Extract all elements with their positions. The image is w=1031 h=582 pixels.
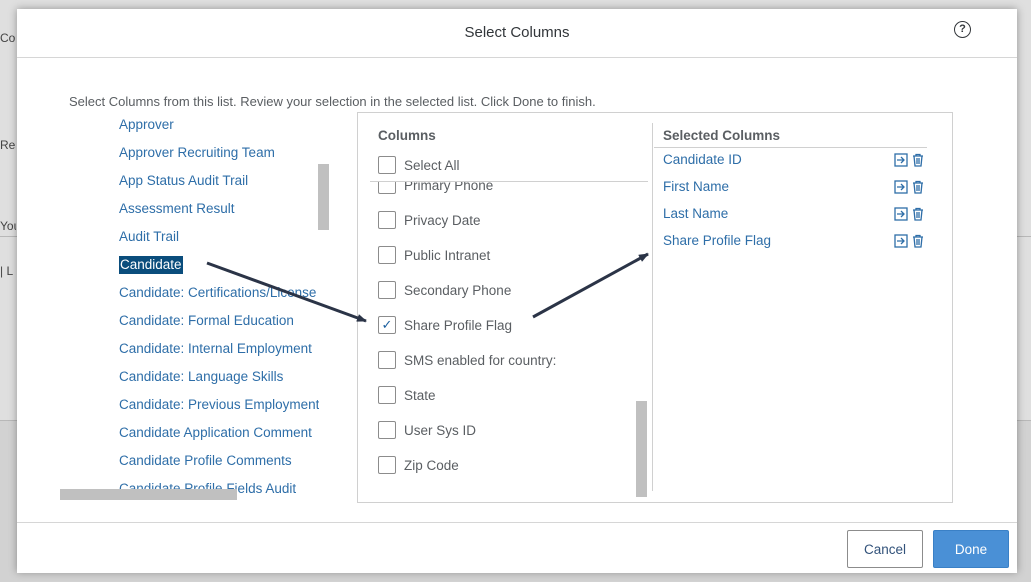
category-item[interactable]: Approver Recruiting Team xyxy=(119,144,275,162)
column-option-label: SMS enabled for country: xyxy=(404,352,557,368)
column-option[interactable]: Privacy Date xyxy=(378,209,481,231)
dialog-title: Select Columns xyxy=(464,24,570,41)
column-checkbox[interactable] xyxy=(378,211,396,229)
instruction-text: Select Columns from this list. Review yo… xyxy=(69,94,596,109)
background-text-fragment: Con xyxy=(0,31,16,45)
category-item[interactable]: Candidate Application Comment xyxy=(119,424,312,442)
column-option-label: Zip Code xyxy=(404,457,459,473)
move-to-icon[interactable] xyxy=(894,234,908,248)
checkmark-icon: ✓ xyxy=(381,317,393,332)
select-columns-dialog: Select Columns ? Select Columns from thi… xyxy=(17,9,1017,573)
category-item[interactable]: Audit Trail xyxy=(119,228,179,246)
move-to-icon[interactable] xyxy=(894,180,908,194)
selected-columns-heading: Selected Columns xyxy=(663,128,781,143)
column-option[interactable]: Secondary Phone xyxy=(378,279,511,301)
category-list-horizontal-scrollbar[interactable] xyxy=(60,489,237,500)
panel-divider xyxy=(652,123,653,491)
column-checkbox[interactable] xyxy=(378,421,396,439)
columns-vertical-scrollbar[interactable] xyxy=(636,401,647,497)
column-option[interactable]: State xyxy=(378,384,436,406)
column-option[interactable]: SMS enabled for country: xyxy=(378,349,556,371)
selected-column-label[interactable]: Last Name xyxy=(663,206,728,221)
category-item[interactable]: Approver xyxy=(119,116,174,134)
dialog-header: Select Columns ? xyxy=(17,9,1017,58)
trash-icon[interactable] xyxy=(911,180,925,194)
selected-column-label[interactable]: Candidate ID xyxy=(663,152,742,167)
category-item[interactable]: Candidate Profile Comments xyxy=(119,452,292,470)
selected-column-item: Candidate ID xyxy=(663,150,933,172)
column-option-label: Primary Phone xyxy=(404,182,494,193)
dialog-footer: Cancel Done xyxy=(17,522,1017,573)
column-checkbox[interactable] xyxy=(378,182,396,194)
category-item[interactable]: App Status Audit Trail xyxy=(119,172,248,190)
column-option-label: Public Intranet xyxy=(404,247,491,263)
columns-panel: Columns Select All Primary Phone Privacy… xyxy=(357,112,953,503)
column-checkbox[interactable] xyxy=(378,281,396,299)
background-text-fragment: | L xyxy=(0,264,14,278)
column-option-label: User Sys ID xyxy=(404,422,477,438)
select-all-checkbox[interactable] xyxy=(378,156,396,174)
columns-heading: Columns xyxy=(378,128,436,143)
selected-column-item: Share Profile Flag xyxy=(663,231,933,253)
column-option[interactable]: User Sys ID xyxy=(378,419,476,441)
selected-column-item: First Name xyxy=(663,177,933,199)
column-checkbox-checked[interactable]: ✓ xyxy=(378,316,396,334)
background-text-fragment: You xyxy=(0,219,16,233)
column-option[interactable]: Public Intranet xyxy=(378,244,490,266)
column-option[interactable]: ✓ Share Profile Flag xyxy=(378,314,512,336)
category-item-selected[interactable]: Candidate xyxy=(119,256,183,274)
category-item[interactable]: Candidate: Certifications/License xyxy=(119,284,316,302)
category-list: Approver Approver Recruiting Team App St… xyxy=(57,113,319,499)
select-all-label: Select All xyxy=(404,157,460,173)
column-option-label: Privacy Date xyxy=(404,212,481,228)
column-option[interactable]: Zip Code xyxy=(378,454,459,476)
column-checkbox[interactable] xyxy=(378,351,396,369)
trash-icon[interactable] xyxy=(911,207,925,221)
cancel-button[interactable]: Cancel xyxy=(847,530,923,568)
column-option-label: State xyxy=(404,387,436,403)
column-option-label: Secondary Phone xyxy=(404,282,512,298)
category-list-vertical-scrollbar[interactable] xyxy=(318,164,329,230)
select-all-row[interactable]: Select All xyxy=(378,154,460,176)
column-checkbox[interactable] xyxy=(378,386,396,404)
category-item[interactable]: Assessment Result xyxy=(119,200,235,218)
column-option-label: Share Profile Flag xyxy=(404,317,513,333)
background-text-fragment: Rea xyxy=(0,138,16,152)
selected-column-label[interactable]: Share Profile Flag xyxy=(663,233,771,248)
category-item[interactable]: Candidate: Internal Employment xyxy=(119,340,312,358)
category-item[interactable]: Candidate: Language Skills xyxy=(119,368,283,386)
help-icon[interactable]: ? xyxy=(954,21,971,38)
category-item[interactable]: Candidate: Formal Education xyxy=(119,312,294,330)
trash-icon[interactable] xyxy=(911,153,925,167)
selected-column-label[interactable]: First Name xyxy=(663,179,729,194)
done-button[interactable]: Done xyxy=(933,530,1009,568)
column-options-list: Primary Phone Privacy Date Public Intran… xyxy=(358,182,650,498)
move-to-icon[interactable] xyxy=(894,207,908,221)
column-checkbox[interactable] xyxy=(378,246,396,264)
selected-column-item: Last Name xyxy=(663,204,933,226)
trash-icon[interactable] xyxy=(911,234,925,248)
category-item[interactable]: Candidate: Previous Employment xyxy=(119,396,319,414)
column-checkbox[interactable] xyxy=(378,456,396,474)
column-option[interactable]: Primary Phone xyxy=(378,182,493,196)
move-to-icon[interactable] xyxy=(894,153,908,167)
selected-columns-divider xyxy=(654,147,927,148)
